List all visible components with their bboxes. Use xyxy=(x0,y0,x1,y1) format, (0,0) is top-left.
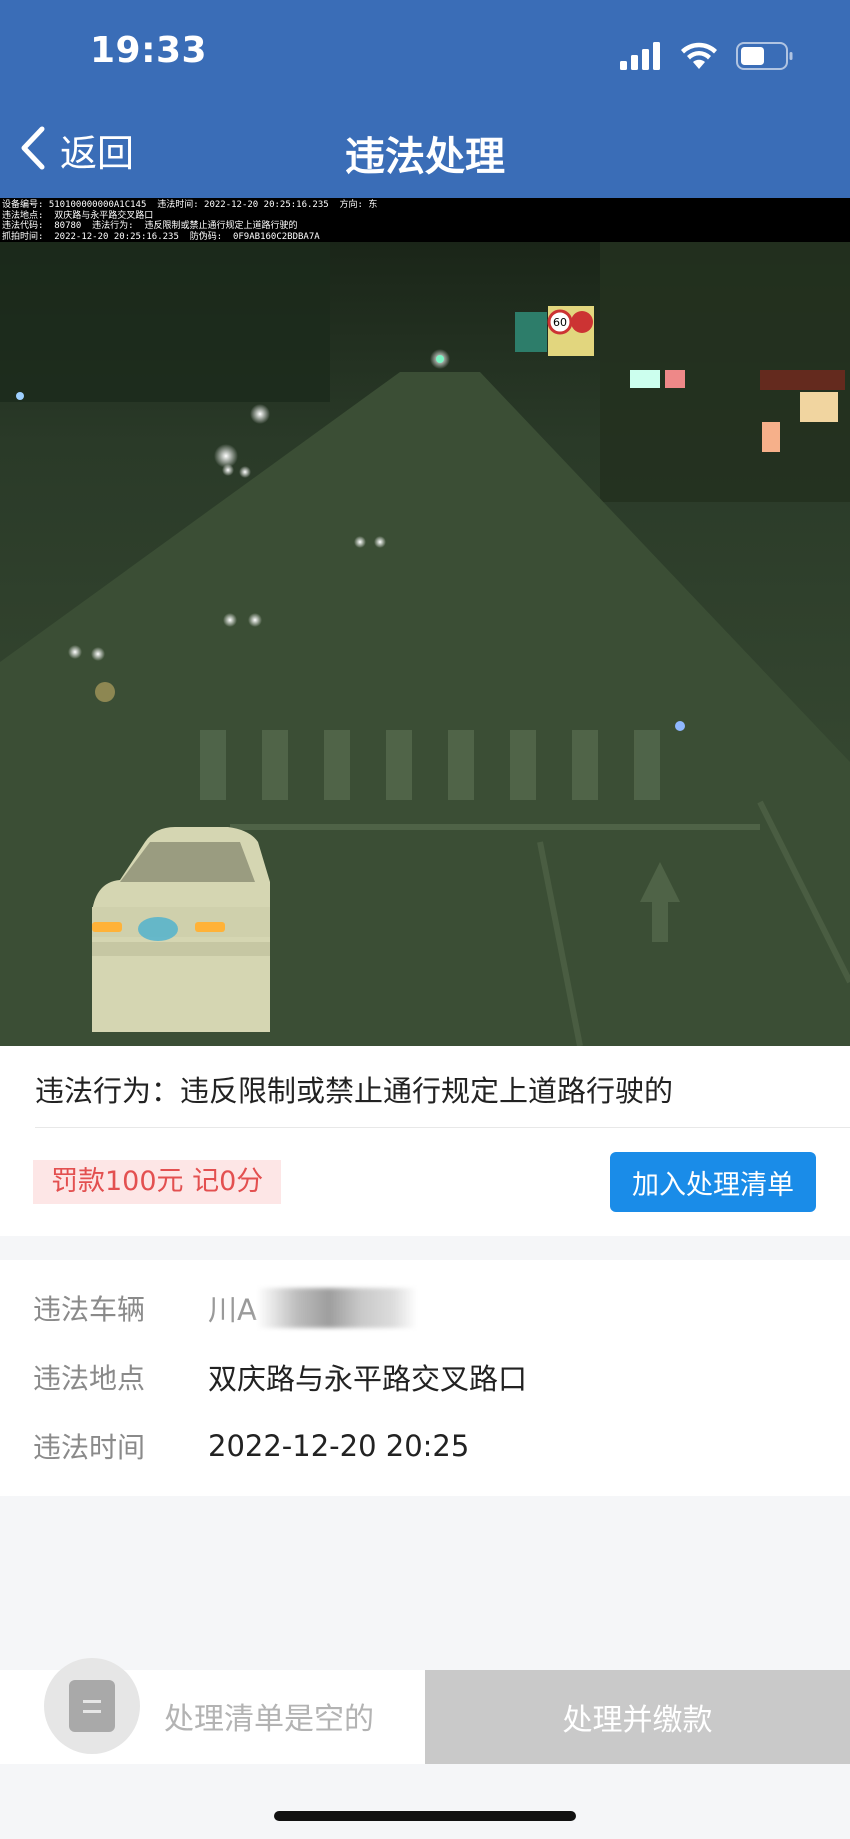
time-value: 2022-12-20 20:25 xyxy=(208,1429,470,1463)
caption-line-2: 违法地点: 双庆路与永平路交叉路口 xyxy=(2,210,154,221)
speed-limit-sign: 60 xyxy=(553,316,567,329)
location-value: 双庆路与永平路交叉路口 xyxy=(208,1362,528,1396)
time-label: 违法时间 xyxy=(33,1431,146,1464)
status-icons xyxy=(620,40,794,72)
divider xyxy=(35,1127,850,1128)
battery-icon xyxy=(736,41,794,71)
caption-line-1: 设备编号: 510100000000A1C145 违法时间: 2022-12-2… xyxy=(2,200,378,210)
header: 19:33 返回 违法处理 xyxy=(0,0,850,198)
location-label: 违法地点 xyxy=(33,1362,146,1395)
fine-badge: 罚款100元 记0分 xyxy=(33,1160,282,1204)
vehicle-value: 川A xyxy=(208,1293,257,1327)
status-time: 19:33 xyxy=(90,30,208,71)
behavior-label: 违法行为： xyxy=(35,1074,181,1108)
behavior-value: 违反限制或禁止通行规定上道路行驶的 xyxy=(180,1074,674,1108)
wifi-icon xyxy=(680,42,718,70)
photo-caption: 设备编号: 510100000000A1C145 违法时间: 2022-12-2… xyxy=(0,198,850,242)
process-and-pay-button[interactable]: 处理并缴款 xyxy=(425,1670,850,1764)
street-scene: 60 xyxy=(0,242,850,1046)
page-title: 违法处理 xyxy=(345,134,505,180)
location-row: 违法地点 双庆路与永平路交叉路口 xyxy=(33,1357,527,1397)
list-icon xyxy=(69,1680,115,1732)
caption-line-3: 违法代码: 80780 违法行为: 违反限制或禁止通行规定上道路行驶的 xyxy=(2,221,298,231)
evidence-photo[interactable]: 设备编号: 510100000000A1C145 违法时间: 2022-12-2… xyxy=(0,198,850,1046)
caption-line-4: 抓拍时间: 2022-12-20 20:25:16.235 防伪码: 0F9AB… xyxy=(2,231,320,242)
plate-mask xyxy=(256,1288,417,1328)
empty-list-text: 处理清单是空的 xyxy=(164,1702,374,1737)
vehicle-label: 违法车辆 xyxy=(33,1293,146,1326)
bottom-bar: 处理清单是空的 处理并缴款 xyxy=(0,1658,850,1764)
processing-list-button[interactable] xyxy=(44,1658,140,1754)
violation-behavior: 违法行为： 违反限制或禁止通行规定上道路行驶的 xyxy=(35,1068,673,1110)
home-indicator[interactable] xyxy=(274,1811,576,1821)
cellular-signal-icon xyxy=(620,42,662,70)
violation-card: 违法行为： 违反限制或禁止通行规定上道路行驶的 罚款100元 记0分 加入处理清… xyxy=(0,1046,850,1236)
add-to-list-button[interactable]: 加入处理清单 xyxy=(610,1152,816,1212)
vehicle-row: 违法车辆 川A xyxy=(33,1288,417,1328)
detail-card: 违法车辆 川A 违法地点 双庆路与永平路交叉路口 违法时间 2022-12-20… xyxy=(0,1260,850,1496)
time-row: 违法时间 2022-12-20 20:25 xyxy=(33,1426,469,1466)
